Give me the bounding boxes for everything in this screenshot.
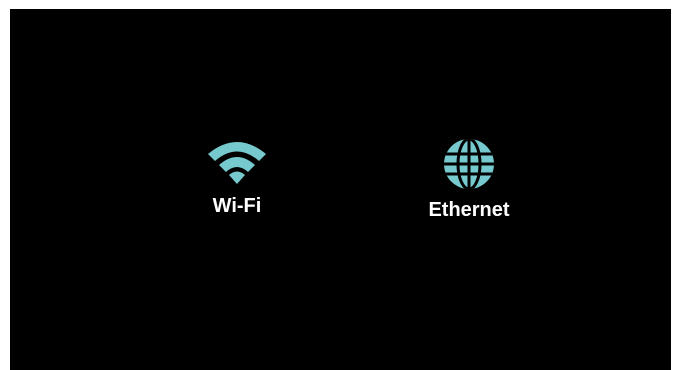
wifi-icon: [207, 137, 267, 187]
ethernet-label: Ethernet: [428, 199, 510, 221]
wifi-label: Wi-Fi: [212, 195, 262, 217]
globe-icon: [442, 137, 496, 191]
ethernet-option[interactable]: Ethernet: [404, 137, 534, 221]
wifi-option[interactable]: Wi-Fi: [187, 137, 287, 217]
network-selection-screen: Wi-Fi Ethernet: [10, 9, 671, 370]
